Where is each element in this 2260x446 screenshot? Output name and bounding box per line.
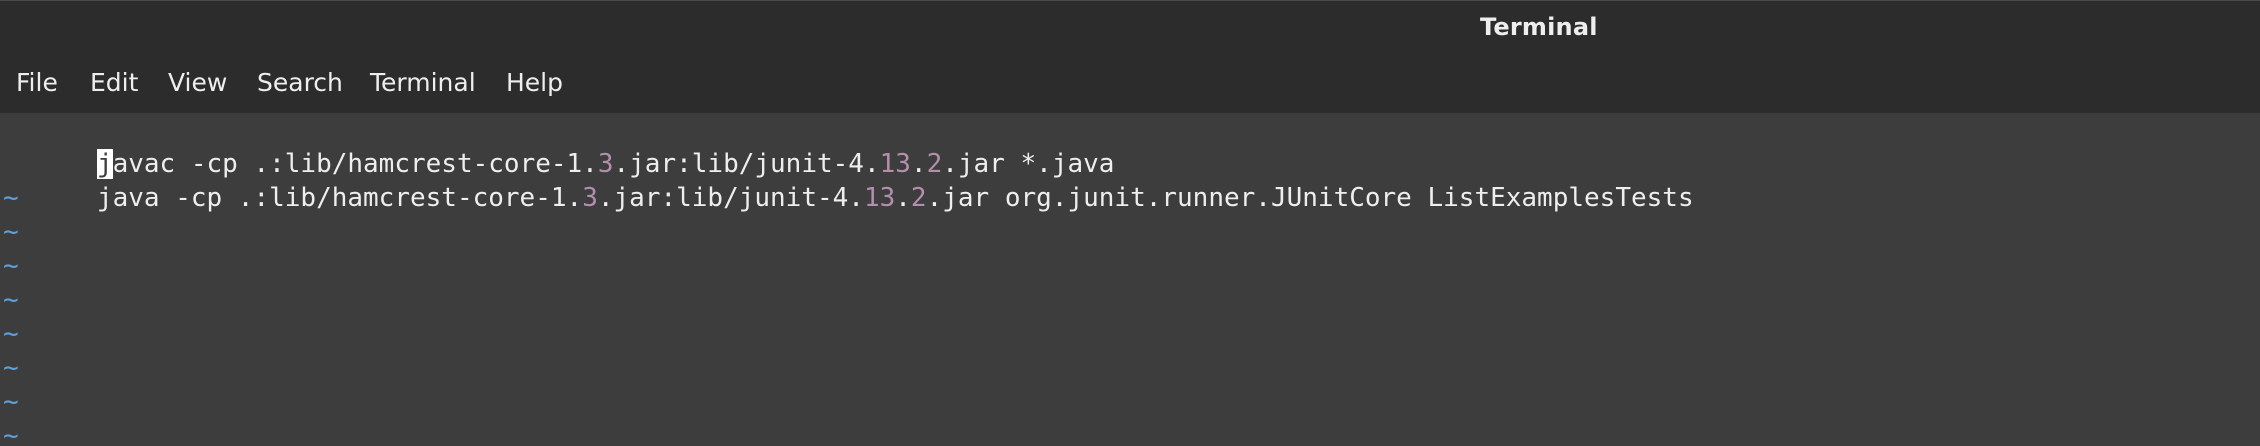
line-2-number: 13 <box>863 183 896 213</box>
line-2-text: .jar org.junit.runner.JUnitCore ListExam… <box>926 183 1694 213</box>
menu-search[interactable]: Search <box>257 68 343 97</box>
line-2-number: 3 <box>582 183 598 213</box>
menu-help[interactable]: Help <box>506 68 563 97</box>
menu-edit[interactable]: Edit <box>90 68 138 97</box>
menu-terminal[interactable]: Terminal <box>370 68 476 97</box>
empty-line-marker: ~ <box>3 319 19 349</box>
menu-file[interactable]: File <box>16 68 58 97</box>
editor-line-2: java -cp .:lib/hamcrest-core-1.3.jar:lib… <box>3 147 1694 213</box>
line-2-text: . <box>895 183 911 213</box>
empty-line-marker: ~ <box>3 183 19 213</box>
terminal-window: Terminal File Edit View Search Terminal … <box>0 0 2260 446</box>
empty-line-marker: ~ <box>3 217 19 247</box>
line-2-text: java -cp .:lib/hamcrest-core-1. <box>96 183 583 213</box>
empty-line-marker: ~ <box>3 251 19 281</box>
line-2-text: .jar:lib/junit-4. <box>597 183 864 213</box>
window-title: Terminal <box>1480 13 1598 41</box>
empty-line-marker: ~ <box>3 387 19 417</box>
menu-bar: File Edit View Search Terminal Help <box>0 56 2260 113</box>
editor-line-1: javac -cp .:lib/hamcrest-core-1.3.jar:li… <box>3 113 1114 179</box>
terminal-content[interactable]: javac -cp .:lib/hamcrest-core-1.3.jar:li… <box>0 113 2260 446</box>
line-2-number: 2 <box>910 183 927 213</box>
empty-line-marker: ~ <box>3 285 19 315</box>
empty-line-marker: ~ <box>3 421 19 446</box>
empty-line-marker: ~ <box>3 353 19 383</box>
menu-view[interactable]: View <box>168 68 227 97</box>
title-bar[interactable]: Terminal <box>0 0 2260 56</box>
